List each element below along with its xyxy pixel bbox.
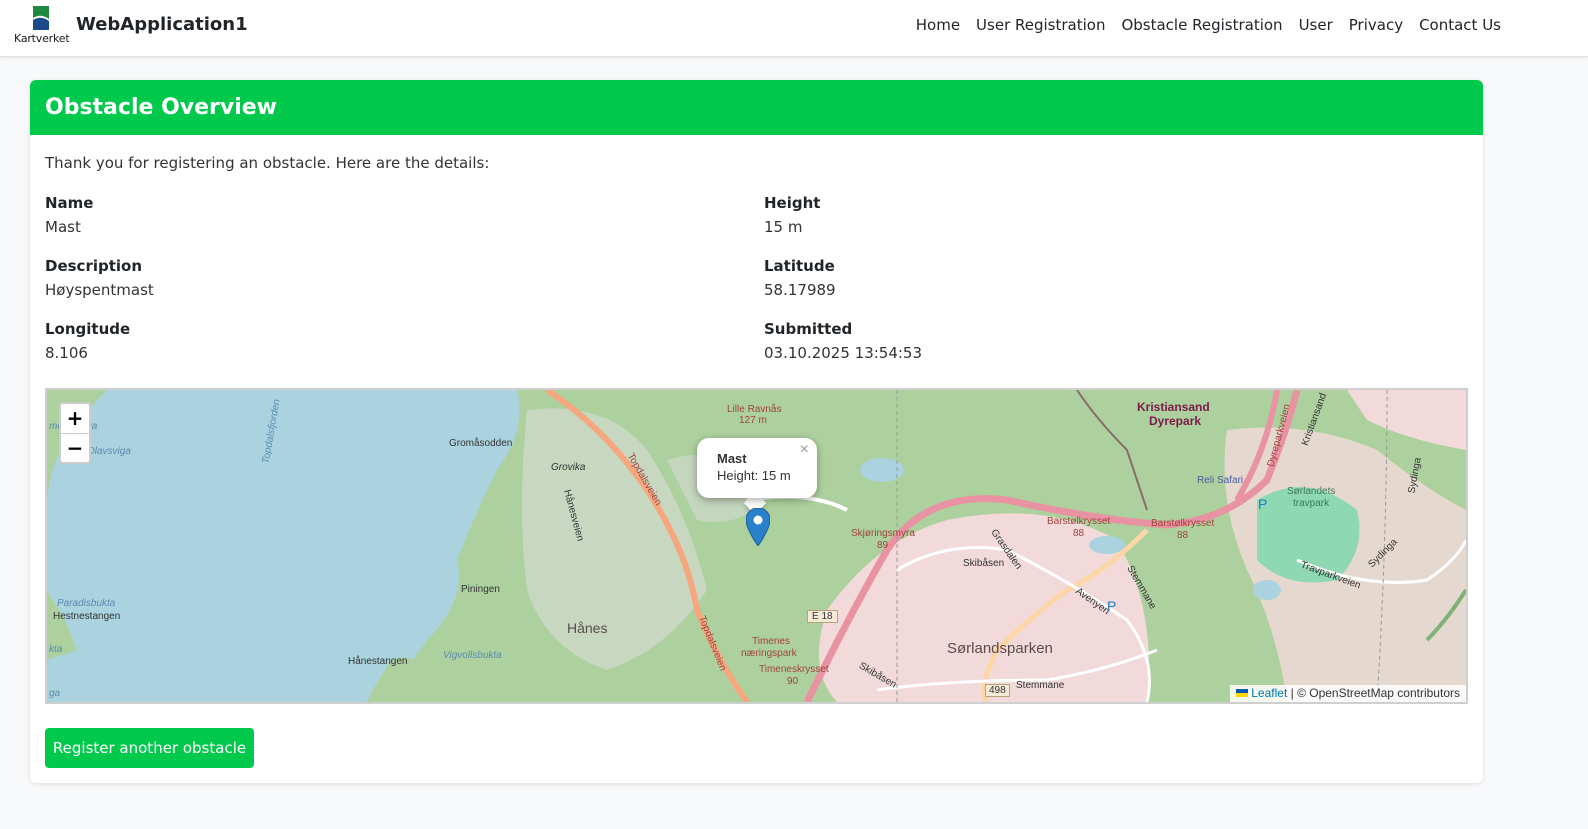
nav-contact-us[interactable]: Contact Us bbox=[1419, 16, 1501, 34]
parking-icon: P bbox=[1258, 496, 1268, 512]
map-label: Barstølkrysset bbox=[1151, 518, 1215, 529]
map-label: Olavsviga bbox=[87, 446, 131, 457]
field-submitted: Submitted 03.10.2025 13:54:53 bbox=[764, 320, 1264, 362]
map-label: 88 bbox=[1073, 528, 1085, 539]
map-label: kta bbox=[49, 644, 63, 655]
map-label: Sørlandsparken bbox=[947, 640, 1053, 657]
map-label: 89 bbox=[877, 540, 889, 551]
intro-text: Thank you for registering an obstacle. H… bbox=[45, 154, 490, 172]
main-nav: Home User Registration Obstacle Registra… bbox=[916, 16, 1501, 34]
nav-user[interactable]: User bbox=[1299, 16, 1333, 34]
field-value: Høyspentmast bbox=[45, 281, 154, 299]
map-label: Reli Safari bbox=[1197, 475, 1244, 486]
field-value: 03.10.2025 13:54:53 bbox=[764, 344, 923, 362]
field-label: Name bbox=[45, 194, 94, 212]
field-value: Mast bbox=[45, 218, 81, 236]
card-header: Obstacle Overview bbox=[30, 80, 1483, 135]
map-label: Paradisbukta bbox=[57, 598, 116, 609]
map-label: Vigvollsbukta bbox=[443, 650, 502, 661]
field-label: Longitude bbox=[45, 320, 131, 338]
map-label: Hestnestangen bbox=[53, 611, 121, 622]
map-label: Timenes bbox=[752, 636, 790, 647]
map-label: 498 bbox=[985, 684, 1010, 697]
obstacle-overview-card: Obstacle Overview Thank you for register… bbox=[30, 80, 1483, 783]
map-label: Timeneskrysset bbox=[759, 664, 829, 675]
field-longitude: Longitude 8.106 bbox=[45, 320, 545, 362]
map-label: Barstølkrysset bbox=[1047, 516, 1111, 527]
map-attribution: Leaflet | © OpenStreetMap contributors bbox=[1230, 685, 1466, 702]
zoom-in-button[interactable]: + bbox=[61, 404, 89, 433]
kartverket-logo-icon bbox=[33, 6, 49, 30]
map-label: Hånestangen bbox=[348, 656, 408, 667]
map-label: Sørlandets bbox=[1287, 486, 1336, 497]
map-label: E 18 bbox=[807, 610, 838, 623]
field-name: Name Mast bbox=[45, 194, 545, 236]
map-label: 90 bbox=[787, 676, 799, 687]
field-value: 15 m bbox=[764, 218, 803, 236]
map-label: Gromåsodden bbox=[449, 438, 513, 449]
zoom-out-button[interactable]: − bbox=[61, 433, 89, 462]
map-label: Skibåsen bbox=[963, 558, 1005, 569]
map-label: Skjøringsmyra bbox=[851, 528, 915, 539]
map-label: 127 m bbox=[739, 415, 767, 426]
map-label: Stemmane bbox=[1016, 680, 1065, 691]
map-label: Grovika bbox=[551, 462, 586, 473]
zoom-control: + − bbox=[59, 402, 91, 464]
map-label: Hånes bbox=[567, 620, 608, 636]
nav-home[interactable]: Home bbox=[916, 16, 960, 34]
field-label: Description bbox=[45, 257, 143, 275]
parking-icon: P bbox=[1107, 598, 1117, 614]
marker-popup: × Mast Height: 15 m bbox=[697, 438, 817, 498]
kartverket-logo[interactable]: Kartverket bbox=[14, 6, 70, 46]
map-marker-icon[interactable] bbox=[746, 508, 770, 546]
field-latitude: Latitude 58.17989 bbox=[764, 257, 1264, 299]
popup-close-icon[interactable]: × bbox=[800, 441, 809, 459]
obstacle-map[interactable]: Gromåsodden Lille Ravnås 127 m Kristians… bbox=[45, 388, 1468, 704]
map-label: næringspark bbox=[741, 648, 797, 659]
popup-text: Height: 15 m bbox=[717, 468, 791, 483]
navbar: Kartverket WebApplication1 Home User Reg… bbox=[0, 0, 1588, 57]
popup-title: Mast bbox=[717, 451, 747, 466]
page-title: Obstacle Overview bbox=[45, 95, 278, 120]
map-label: 88 bbox=[1177, 530, 1189, 541]
ukraine-flag-icon bbox=[1236, 689, 1249, 697]
map-label: Dyrepark bbox=[1149, 414, 1202, 428]
map-label: ga bbox=[49, 688, 61, 699]
brand-name[interactable]: WebApplication1 bbox=[76, 14, 248, 35]
field-value: 8.106 bbox=[45, 344, 88, 362]
field-label: Height bbox=[764, 194, 821, 212]
field-height: Height 15 m bbox=[764, 194, 1264, 236]
nav-user-registration[interactable]: User Registration bbox=[976, 16, 1105, 34]
field-label: Latitude bbox=[764, 257, 835, 275]
field-label: Submitted bbox=[764, 320, 853, 338]
attribution-text: | © OpenStreetMap contributors bbox=[1287, 686, 1460, 700]
leaflet-link[interactable]: Leaflet bbox=[1251, 686, 1287, 700]
map-label: Kristiansand bbox=[1137, 400, 1210, 414]
map-label: travpark bbox=[1293, 498, 1330, 509]
map-label: Lille Ravnås bbox=[727, 404, 782, 415]
field-description: Description Høyspentmast bbox=[45, 257, 545, 299]
register-another-obstacle-button[interactable]: Register another obstacle bbox=[45, 728, 254, 768]
logo-text: Kartverket bbox=[14, 32, 70, 45]
map-label: Piningen bbox=[461, 584, 500, 595]
nav-privacy[interactable]: Privacy bbox=[1349, 16, 1403, 34]
field-value: 58.17989 bbox=[764, 281, 836, 299]
nav-obstacle-registration[interactable]: Obstacle Registration bbox=[1121, 16, 1282, 34]
